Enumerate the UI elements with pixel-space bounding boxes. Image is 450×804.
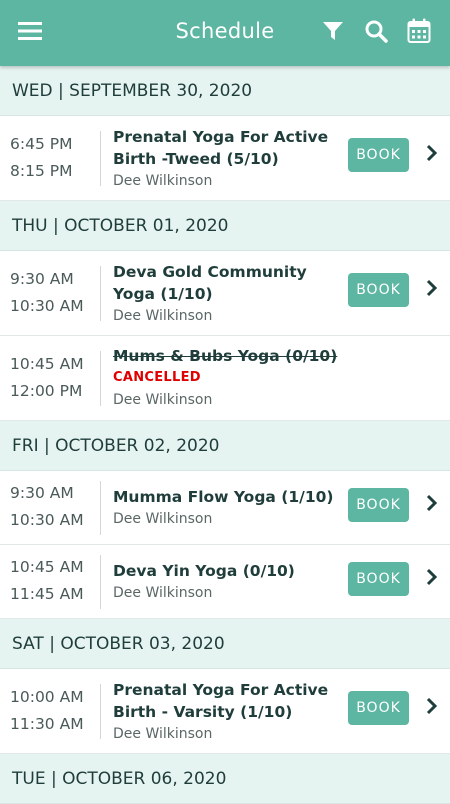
book-button[interactable]: BOOK xyxy=(348,562,409,596)
chevron-right-icon[interactable] xyxy=(424,277,440,299)
class-row[interactable]: 6:45 PM 8:15 PM Prenatal Yoga For Active… xyxy=(0,116,450,201)
class-row[interactable]: 10:00 AM 11:30 AM Prenatal Yoga For Acti… xyxy=(0,669,450,754)
day-header: WED | SEPTEMBER 30, 2020 xyxy=(0,66,450,116)
class-row[interactable]: 10:45 AM 12:00 PM Mums & Bubs Yoga (0/10… xyxy=(0,336,450,421)
chevron-right-icon[interactable] xyxy=(424,142,440,164)
class-info: Mums & Bubs Yoga (0/10) CANCELLED Dee Wi… xyxy=(113,345,353,411)
row-divider xyxy=(100,684,101,739)
class-info: Mumma Flow Yoga (1/10) Dee Wilkinson xyxy=(113,486,338,530)
day-header: TUE | OCTOBER 06, 2020 xyxy=(0,754,450,804)
class-name: Mums & Bubs Yoga (0/10) xyxy=(113,347,338,365)
row-divider xyxy=(100,481,101,535)
time-range: 10:00 AM 11:30 AM xyxy=(10,684,92,738)
time-range: 9:30 AM 10:30 AM xyxy=(10,480,92,534)
app-bar: Schedule xyxy=(0,0,450,66)
end-time: 10:30 AM xyxy=(10,511,84,529)
cancelled-status: CANCELLED xyxy=(113,370,201,385)
start-time: 9:30 AM xyxy=(10,484,74,502)
book-button[interactable]: BOOK xyxy=(348,691,409,725)
day-header: SAT | OCTOBER 03, 2020 xyxy=(0,619,450,669)
teacher-name: Dee Wilkinson xyxy=(113,392,213,408)
class-row[interactable]: 9:30 AM 10:30 AM Deva Gold Community Yog… xyxy=(0,251,450,336)
teacher-name: Dee Wilkinson xyxy=(113,511,213,527)
book-button[interactable]: BOOK xyxy=(348,488,409,522)
end-time: 11:30 AM xyxy=(10,715,84,733)
chevron-right-icon[interactable] xyxy=(424,566,440,588)
row-divider xyxy=(100,351,101,406)
calendar-icon[interactable] xyxy=(405,17,433,45)
start-time: 10:00 AM xyxy=(10,688,84,706)
start-time: 9:30 AM xyxy=(10,270,74,288)
chevron-right-icon[interactable] xyxy=(424,492,440,514)
time-range: 6:45 PM 8:15 PM xyxy=(10,131,92,185)
row-divider xyxy=(100,555,101,609)
day-header: FRI | OCTOBER 02, 2020 xyxy=(0,421,450,471)
class-name: Deva Gold Community Yoga (1/10) xyxy=(113,263,307,303)
row-divider xyxy=(100,131,101,186)
schedule-list: WED | SEPTEMBER 30, 2020 6:45 PM 8:15 PM… xyxy=(0,66,450,804)
class-info: Prenatal Yoga For Active Birth - Varsity… xyxy=(113,679,338,745)
start-time: 10:45 AM xyxy=(10,355,84,373)
class-name: Prenatal Yoga For Active Birth - Varsity… xyxy=(113,681,329,721)
search-icon[interactable] xyxy=(362,17,390,45)
class-info: Deva Gold Community Yoga (1/10) Dee Wilk… xyxy=(113,261,338,327)
teacher-name: Dee Wilkinson xyxy=(113,726,213,742)
time-range: 10:45 AM 11:45 AM xyxy=(10,554,92,608)
class-name: Mumma Flow Yoga (1/10) xyxy=(113,488,334,506)
chevron-right-icon[interactable] xyxy=(424,695,440,717)
class-row[interactable]: 9:30 AM 10:30 AM Mumma Flow Yoga (1/10) … xyxy=(0,471,450,545)
start-time: 10:45 AM xyxy=(10,558,84,576)
row-divider xyxy=(100,266,101,321)
class-name: Deva Yin Yoga (0/10) xyxy=(113,562,295,580)
teacher-name: Dee Wilkinson xyxy=(113,308,213,324)
class-row[interactable]: 10:45 AM 11:45 AM Deva Yin Yoga (0/10) D… xyxy=(0,545,450,619)
end-time: 10:30 AM xyxy=(10,297,84,315)
class-info: Deva Yin Yoga (0/10) Dee Wilkinson xyxy=(113,560,338,604)
book-button[interactable]: BOOK xyxy=(348,138,409,172)
end-time: 8:15 PM xyxy=(10,162,73,180)
time-range: 9:30 AM 10:30 AM xyxy=(10,266,92,320)
class-name: Prenatal Yoga For Active Birth -Tweed (5… xyxy=(113,128,329,168)
day-header: THU | OCTOBER 01, 2020 xyxy=(0,201,450,251)
filter-icon[interactable] xyxy=(319,17,347,45)
book-button[interactable]: BOOK xyxy=(348,273,409,307)
start-time: 6:45 PM xyxy=(10,135,73,153)
teacher-name: Dee Wilkinson xyxy=(113,585,213,601)
teacher-name: Dee Wilkinson xyxy=(113,173,213,189)
class-info: Prenatal Yoga For Active Birth -Tweed (5… xyxy=(113,126,338,192)
time-range: 10:45 AM 12:00 PM xyxy=(10,351,92,405)
end-time: 12:00 PM xyxy=(10,382,83,400)
end-time: 11:45 AM xyxy=(10,585,84,603)
